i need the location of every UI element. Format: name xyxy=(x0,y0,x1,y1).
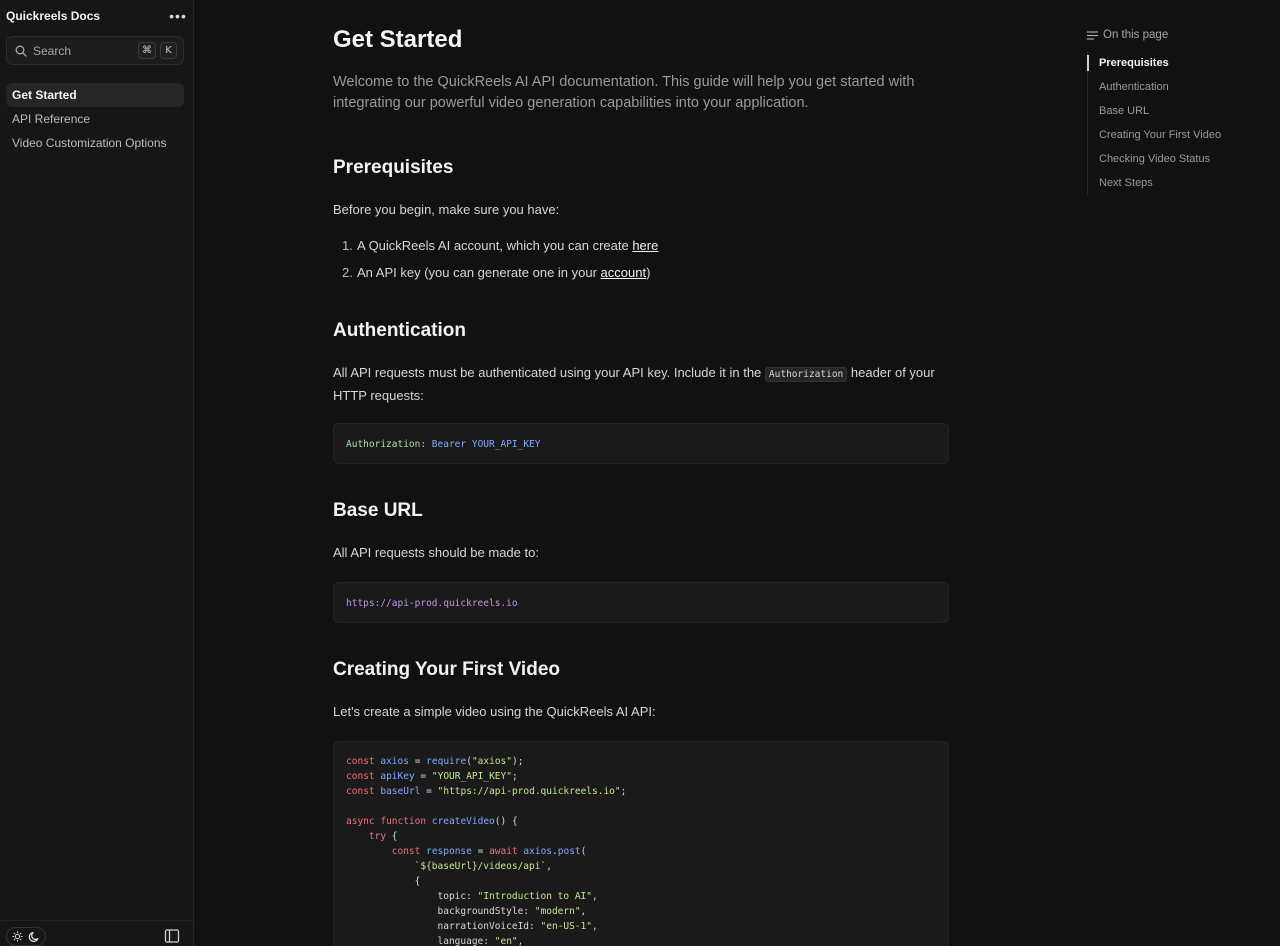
code-line: const apiKey = "YOUR_API_KEY"; xyxy=(346,771,518,782)
more-options-button[interactable]: ••• xyxy=(168,7,188,25)
list-text: An API key (you can generate one in your xyxy=(357,265,601,280)
code-line: const axios = require("axios"); xyxy=(346,756,524,767)
first-video-text: Let's create a simple video using the Qu… xyxy=(333,704,656,719)
list-item: 2. An API key (you can generate one in yo… xyxy=(333,259,949,286)
page-title: Get Started xyxy=(333,26,463,53)
toc-item-next-steps[interactable]: Next Steps xyxy=(1099,171,1277,195)
toc-item-video-status[interactable]: Checking Video Status xyxy=(1099,147,1277,171)
code-line: topic: "Introduction to AI", xyxy=(437,891,598,902)
list-number: 2. xyxy=(342,265,353,280)
toc-title-label: On this page xyxy=(1103,29,1169,41)
code-token: Bearer xyxy=(426,439,472,450)
toc-item-base-url[interactable]: Base URL xyxy=(1099,99,1277,123)
heading-prerequisites: Prerequisites xyxy=(333,157,454,178)
moon-icon xyxy=(28,931,39,942)
heading-first-video: Creating Your First Video xyxy=(333,659,560,680)
toc-item-prerequisites[interactable]: Prerequisites xyxy=(1087,51,1277,75)
code-line: { xyxy=(414,876,421,887)
code-line: const response = await axios.post( xyxy=(391,846,587,857)
on-this-page-toc: On this page Prerequisites Authenticatio… xyxy=(1087,27,1277,195)
page-lead: Welcome to the QuickReels AI API documen… xyxy=(333,74,915,111)
list-icon xyxy=(1087,30,1098,40)
code-block-base-url[interactable]: https://api-prod.quickreels.io xyxy=(333,582,949,623)
docs-app: Quickreels Docs ••• Search ⌘ K Get Start… xyxy=(0,0,1280,946)
sidebar: Quickreels Docs ••• Search ⌘ K Get Start… xyxy=(0,0,194,946)
code-line: backgroundStyle: "modern", xyxy=(437,906,587,917)
toc-title: On this page xyxy=(1087,27,1277,43)
shortcut-k-key: K xyxy=(160,42,177,59)
list-text: A QuickReels AI account, which you can c… xyxy=(357,238,633,253)
list-number: 1. xyxy=(342,238,353,253)
auth-text-before: All API requests must be authenticated u… xyxy=(333,365,765,380)
code-line: async function createVideo() { xyxy=(346,816,518,827)
sidebar-nav: Get Started API Reference Video Customiz… xyxy=(6,83,184,155)
sidebar-header: Quickreels Docs ••• xyxy=(6,6,188,26)
sun-icon xyxy=(12,931,24,942)
create-account-link[interactable]: here xyxy=(632,238,658,253)
main-content: Get Started Welcome to the QuickReels AI… xyxy=(194,0,1084,946)
toggle-sidebar-icon[interactable] xyxy=(164,928,180,944)
code-line: const baseUrl = "https://api-prod.quickr… xyxy=(346,786,627,797)
sidebar-item-video-customization[interactable]: Video Customization Options xyxy=(6,131,184,155)
code-block-authorization[interactable]: Authorization: Bearer YOUR_API_KEY xyxy=(333,423,949,464)
toc-item-first-video[interactable]: Creating Your First Video xyxy=(1099,123,1277,147)
code-token: Authorization: xyxy=(346,439,427,450)
base-url-text: All API requests should be made to: xyxy=(333,545,539,560)
heading-authentication: Authentication xyxy=(333,320,466,341)
brand-title[interactable]: Quickreels Docs xyxy=(6,9,100,23)
code-line: `${baseUrl}/videos/api`, xyxy=(414,861,552,872)
sidebar-footer xyxy=(0,920,194,946)
search-label: Search xyxy=(33,43,72,58)
code-line: language: "en", xyxy=(437,936,524,946)
code-token: YOUR_API_KEY xyxy=(471,439,541,450)
search-button[interactable]: Search ⌘ K xyxy=(6,36,184,65)
prerequisites-intro: Before you begin, make sure you have: xyxy=(333,202,560,217)
heading-base-url: Base URL xyxy=(333,500,423,521)
code-line: Authorization: Bearer YOUR_API_KEY xyxy=(346,437,936,452)
list-item: 1. A QuickReels AI account, which you can… xyxy=(333,232,949,259)
code-line: try { xyxy=(368,831,398,842)
shortcut-command-key: ⌘ xyxy=(138,42,156,59)
theme-toggle[interactable] xyxy=(6,927,46,946)
sidebar-item-api-reference[interactable]: API Reference xyxy=(6,107,184,131)
authentication-text: All API requests must be authenticated u… xyxy=(333,362,949,406)
account-link[interactable]: account xyxy=(601,265,647,280)
toc-list: Prerequisites Authentication Base URL Cr… xyxy=(1087,51,1277,195)
toc-item-authentication[interactable]: Authentication xyxy=(1099,75,1277,99)
prerequisites-list: 1. A QuickReels AI account, which you can… xyxy=(333,232,949,286)
list-text-close: ) xyxy=(646,265,651,280)
code-line: https://api-prod.quickreels.io xyxy=(346,598,518,609)
code-block-create-video[interactable]: const axios = require("axios"); const api… xyxy=(333,741,949,946)
inline-code-authorization: Authorization xyxy=(764,367,848,382)
search-icon xyxy=(15,45,27,57)
sidebar-item-get-started[interactable]: Get Started xyxy=(6,83,184,107)
code-line: narrationVoiceId: "en-US-1", xyxy=(437,921,598,932)
